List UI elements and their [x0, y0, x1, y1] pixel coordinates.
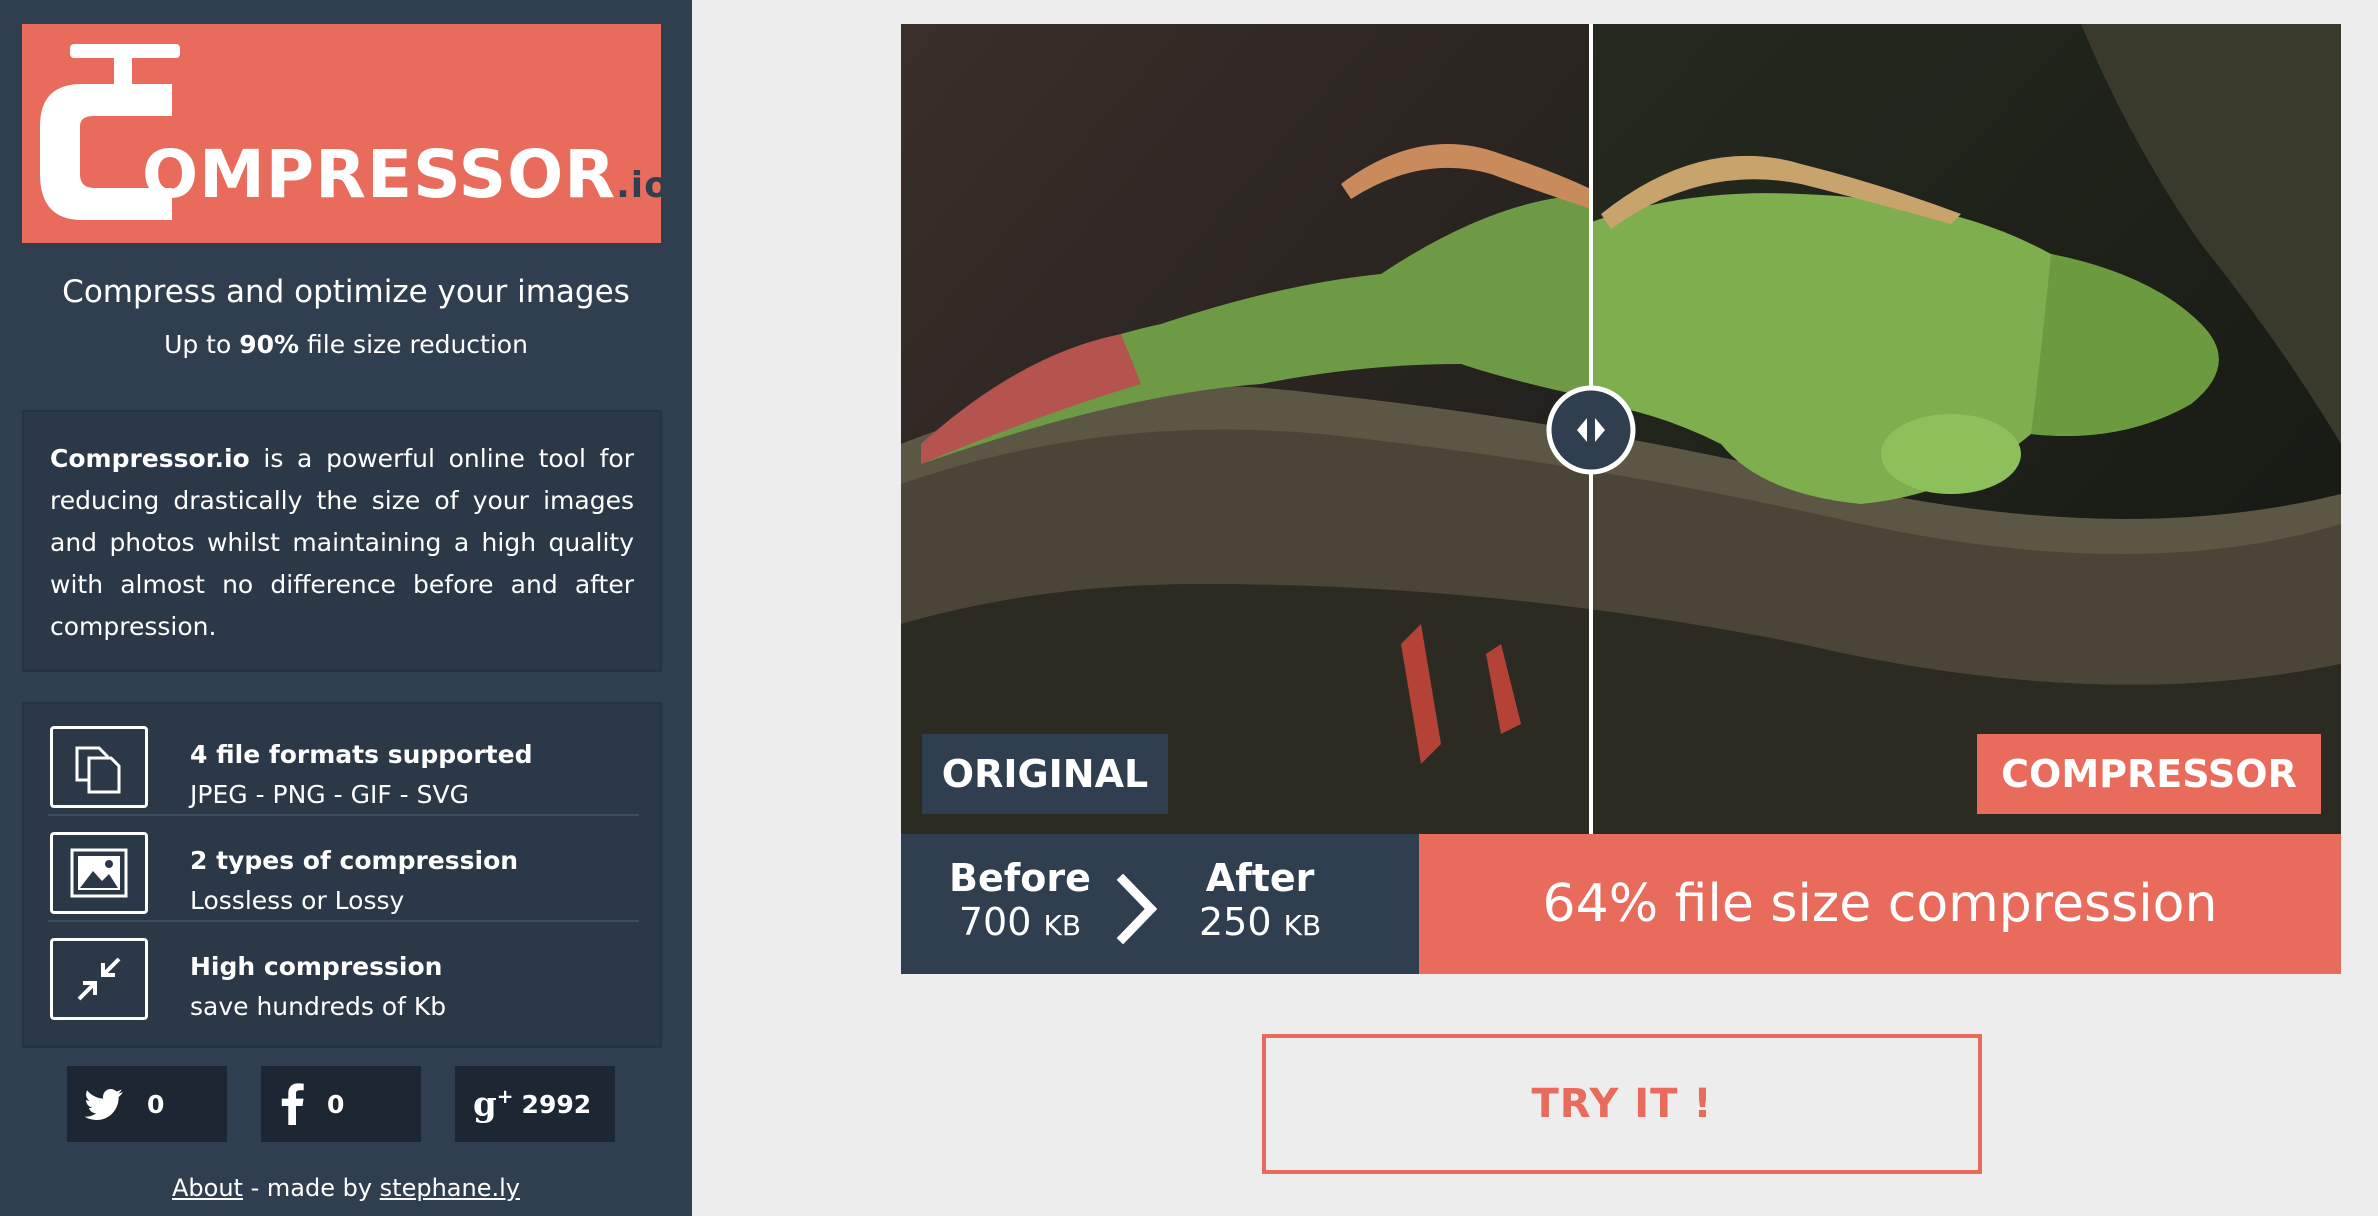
feature-title: 4 file formats supported	[190, 740, 533, 769]
description-text: is a powerful online tool for reducing d…	[50, 444, 634, 641]
try-it-button[interactable]: TRY IT !	[1262, 1034, 1982, 1174]
feature-list: 4 file formats supported JPEG - PNG - GI…	[22, 702, 662, 1048]
facebook-count: 0	[327, 1089, 345, 1119]
feature-formats: 4 file formats supported JPEG - PNG - GI…	[48, 712, 639, 816]
compress-arrows-icon	[50, 938, 148, 1020]
facebook-icon	[281, 1083, 304, 1125]
feature-title: High compression	[190, 952, 443, 981]
before-stat: Before 700 KB	[949, 856, 1091, 944]
feature-high-compression: High compression save hundreds of Kb	[48, 924, 639, 1028]
googleplus-icon: g+	[473, 1083, 514, 1125]
about-link[interactable]: About	[172, 1174, 243, 1202]
comparison-image[interactable]	[901, 24, 2341, 834]
googleplus-share-button[interactable]: g+ 2992	[455, 1066, 615, 1142]
compression-result: 64% file size compression	[1419, 834, 2341, 974]
feature-compression-types: 2 types of compression Lossless or Lossy	[48, 818, 639, 922]
footer: About - made by stephane.ly	[172, 1174, 520, 1202]
logo[interactable]: OMPRESSOR.io	[22, 24, 669, 243]
author-link[interactable]: stephane.ly	[380, 1174, 520, 1202]
files-icon	[50, 726, 148, 808]
facebook-share-button[interactable]: 0	[261, 1066, 421, 1142]
googleplus-count: 2992	[521, 1089, 592, 1119]
tagline: Compress and optimize your images	[62, 274, 630, 310]
sidebar: OMPRESSOR.io Compress and optimize your …	[0, 0, 692, 1216]
logo-text: OMPRESSOR.io	[142, 136, 670, 213]
description-box: Compressor.io is a powerful online tool …	[22, 410, 662, 672]
feature-subtitle: Lossless or Lossy	[190, 886, 405, 915]
size-stats: Before 700 KB After 250 KB	[901, 834, 1419, 974]
after-stat: After 250 KB	[1199, 856, 1322, 944]
chevron-right-icon	[1116, 874, 1158, 944]
feature-subtitle: JPEG - PNG - GIF - SVG	[190, 780, 469, 809]
brand-name: Compressor.io	[50, 444, 250, 473]
twitter-share-button[interactable]: 0	[67, 1066, 227, 1142]
slider-handle	[1546, 385, 1636, 475]
subtagline: Up to 90% file size reduction	[164, 330, 528, 359]
iguana-photo	[901, 24, 2341, 834]
twitter-icon	[85, 1089, 123, 1120]
feature-subtitle: save hundreds of Kb	[190, 992, 447, 1021]
image-icon	[50, 832, 148, 914]
compressed-label: COMPRESSOR	[1977, 734, 2321, 814]
twitter-count: 0	[147, 1089, 165, 1119]
feature-title: 2 types of compression	[190, 846, 519, 875]
original-label: ORIGINAL	[922, 734, 1168, 814]
